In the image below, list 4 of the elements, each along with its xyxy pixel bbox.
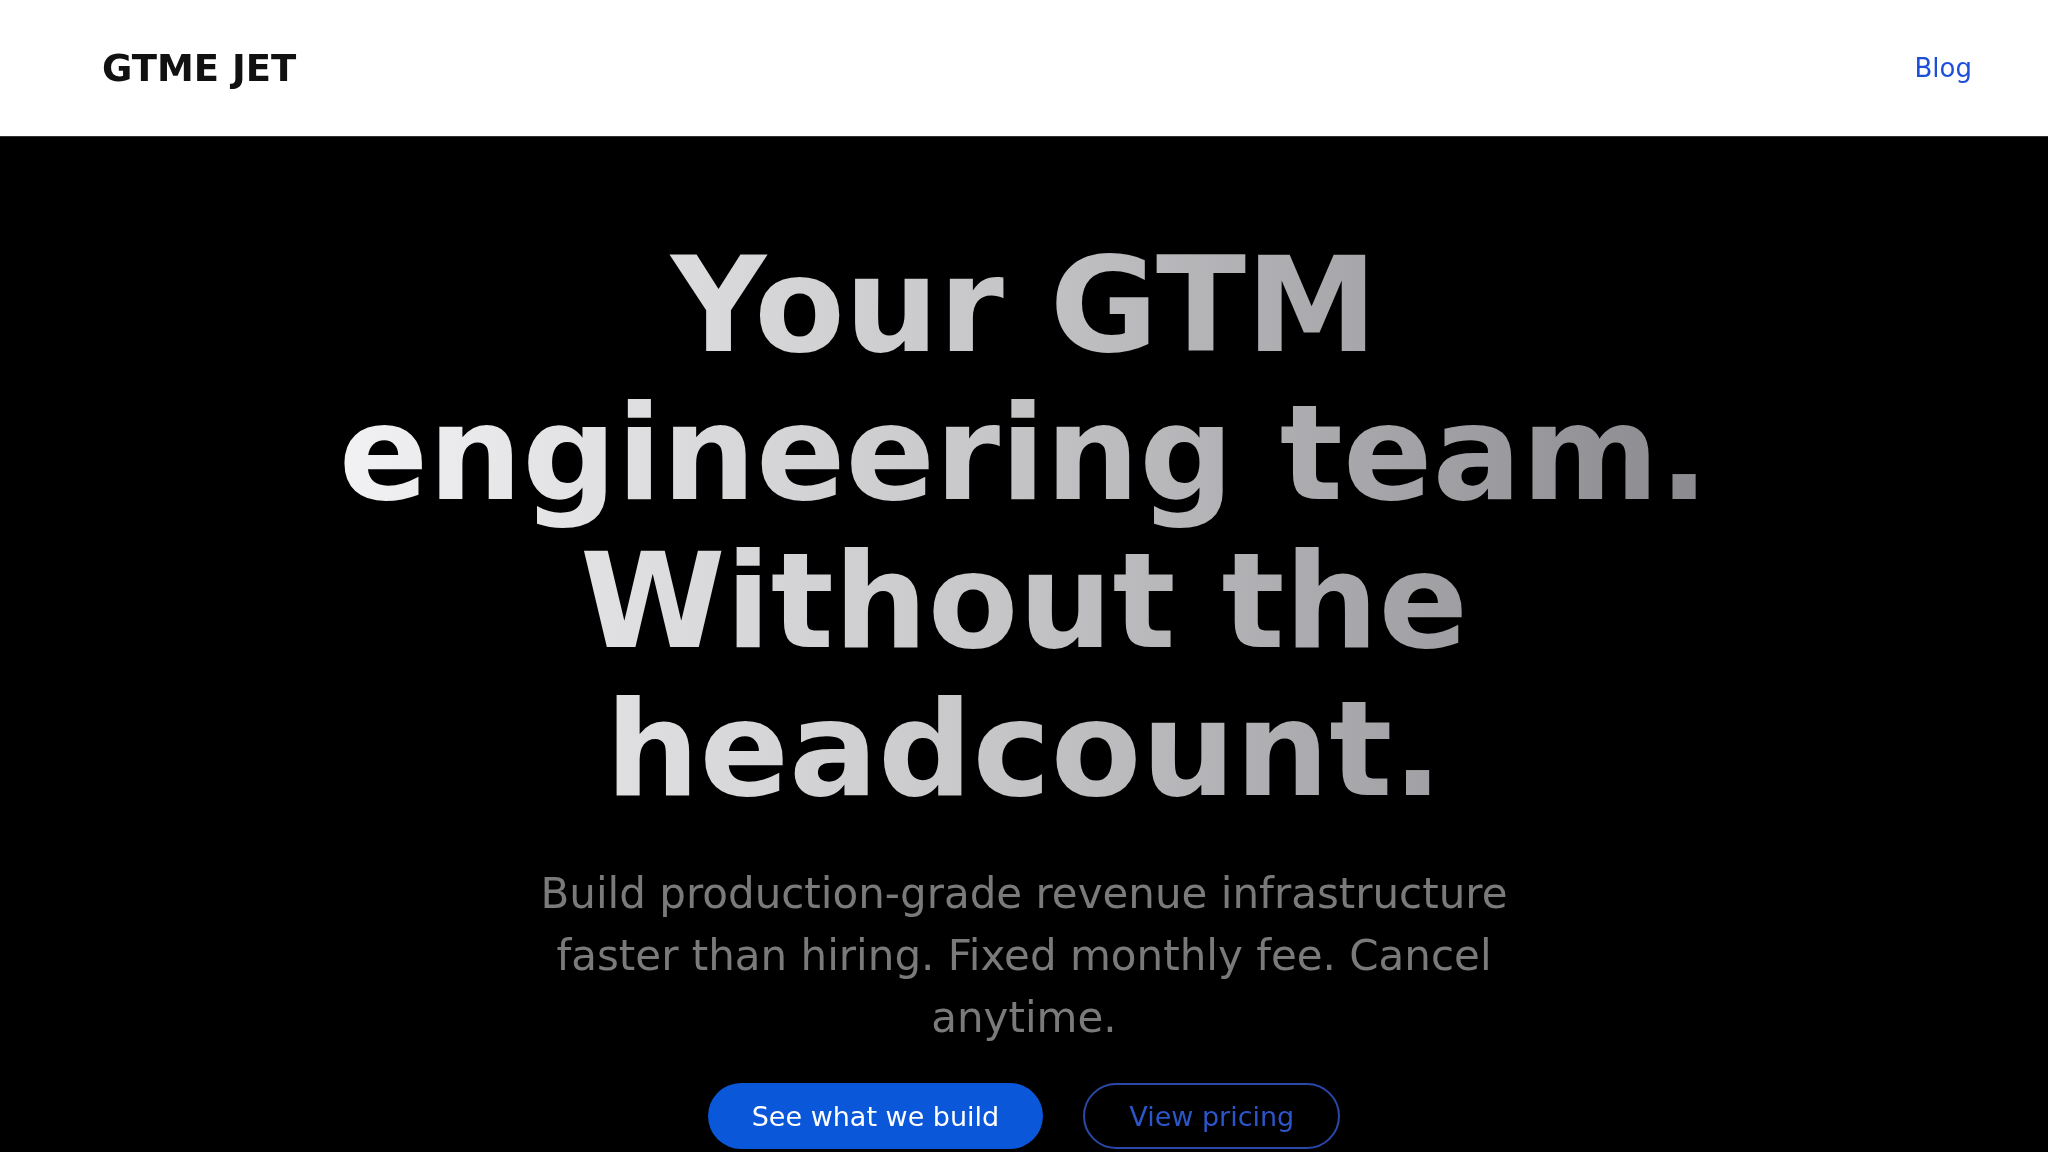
nav-link[interactable]: Blog [1914, 53, 1972, 83]
hero-subtitle: Build production-grade revenue infrastructure faster than hiring. Fixed monthly fee. Cancel anytime. [539, 868, 1509, 1044]
site-logo[interactable]: GTME JET [102, 46, 297, 90]
cta-button[interactable]: See what we build [707, 1083, 1044, 1149]
